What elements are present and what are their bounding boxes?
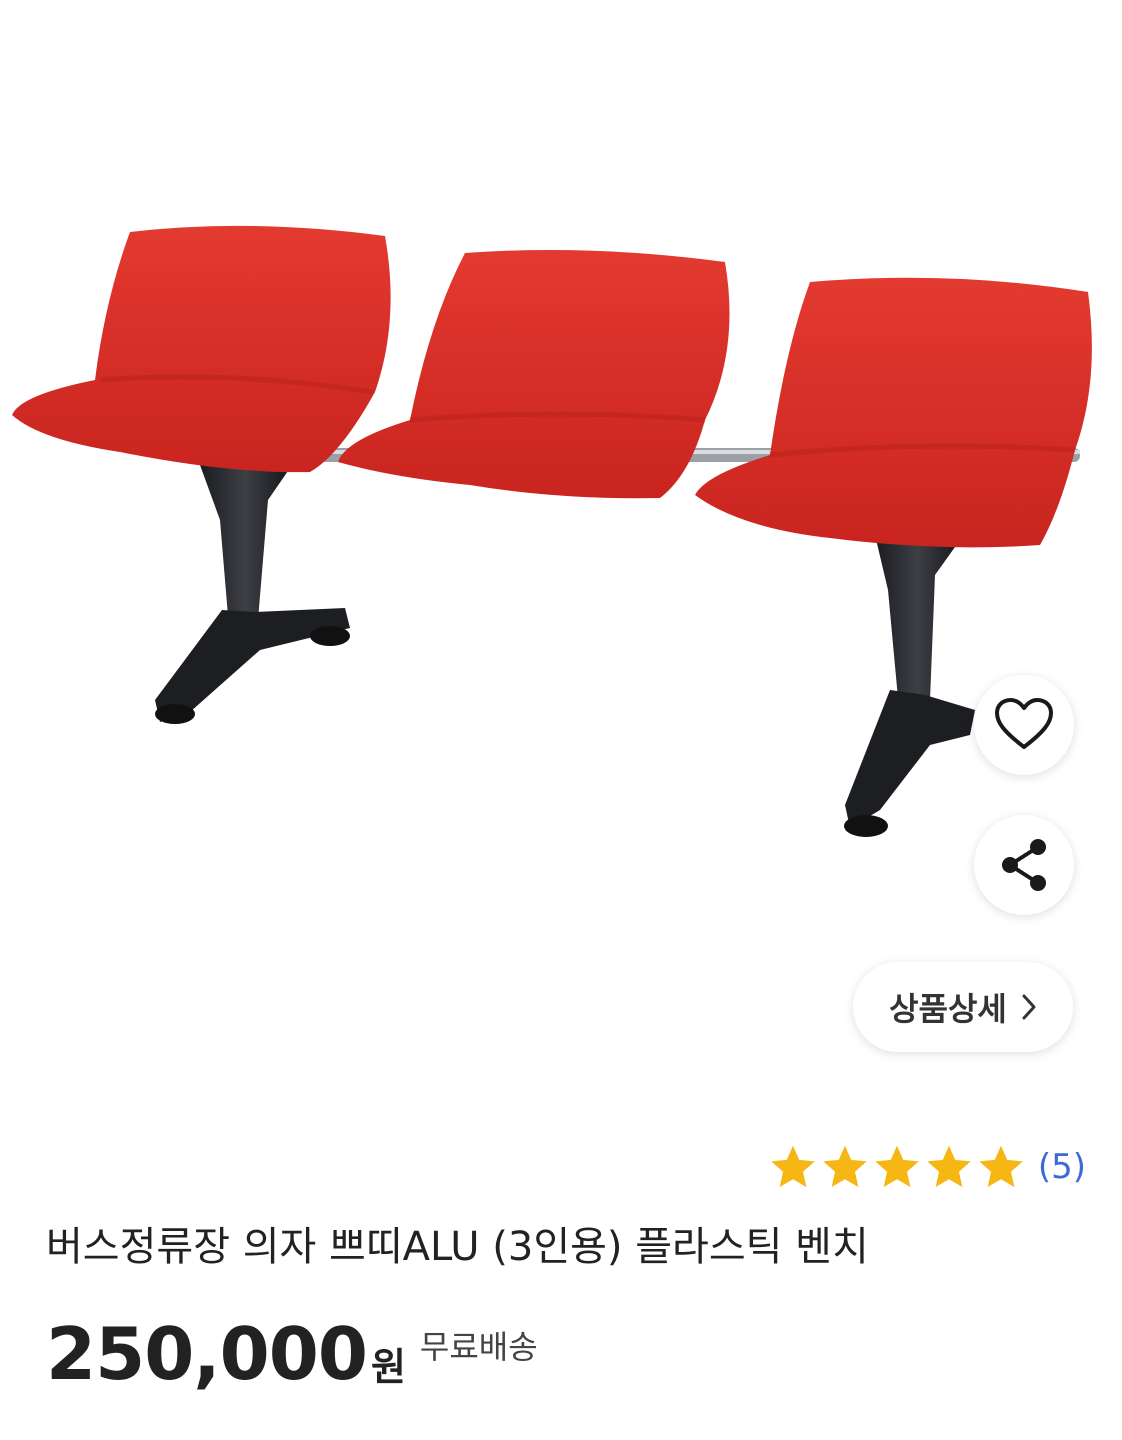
star-icon xyxy=(875,1145,919,1187)
bench-leg-left xyxy=(155,465,350,724)
heart-outline-icon xyxy=(995,698,1053,749)
product-detail-button[interactable]: 상품상세 xyxy=(853,962,1073,1052)
price-row: 250,000 원 무료배송 xyxy=(46,1318,538,1390)
star-icon xyxy=(927,1145,971,1187)
share-icon xyxy=(1002,839,1046,891)
bench-leg-right xyxy=(844,535,975,837)
bench-seat-2 xyxy=(338,250,730,499)
product-photo-bench xyxy=(12,225,1092,837)
bench-seat-3 xyxy=(695,277,1092,548)
product-price: 250,000 xyxy=(46,1312,368,1396)
product-image-area: 상품상세 xyxy=(0,0,1122,1100)
star-icon xyxy=(771,1145,815,1187)
wishlist-button[interactable] xyxy=(974,675,1074,775)
rating-stars xyxy=(768,1142,1026,1192)
chevron-right-icon xyxy=(1022,994,1036,1020)
star-icon xyxy=(979,1145,1023,1187)
star-icon xyxy=(823,1145,867,1187)
product-title: 버스정류장 의자 쁘띠ALU (3인용) 플라스틱 벤치 xyxy=(46,1224,869,1270)
price-currency: 원 xyxy=(370,1345,406,1389)
bench-seat-1 xyxy=(12,225,391,473)
share-button[interactable] xyxy=(974,815,1074,915)
shipping-info: 무료배송 xyxy=(419,1328,538,1366)
review-count[interactable]: (5) xyxy=(1038,1147,1086,1187)
product-detail-label: 상품상세 xyxy=(889,990,1007,1028)
rating-summary[interactable]: (5) xyxy=(768,1142,1086,1192)
